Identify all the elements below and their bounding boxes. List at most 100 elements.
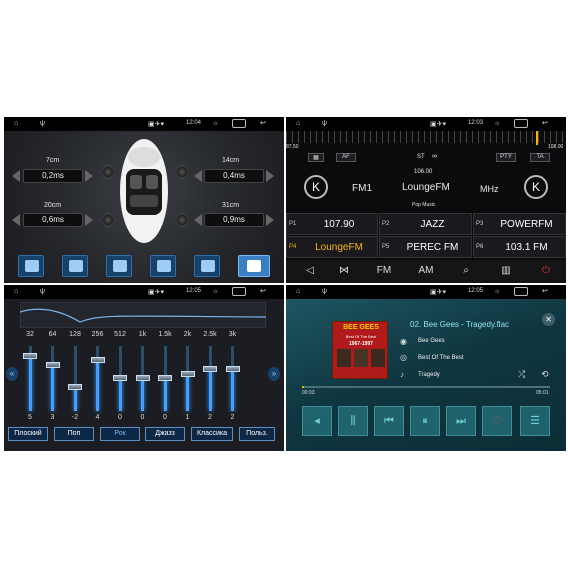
- power-icon[interactable]: ⏻: [532, 265, 560, 276]
- repeat-icon[interactable]: ⟲: [541, 369, 549, 380]
- listening-position-button[interactable]: [62, 255, 88, 277]
- band-slider-knob[interactable]: [45, 361, 60, 368]
- increase-icon[interactable]: [266, 170, 274, 182]
- back-icon[interactable]: ↩: [260, 120, 266, 128]
- home-icon[interactable]: ⌂: [296, 288, 300, 296]
- preset-item[interactable]: P1 107.90: [286, 213, 378, 235]
- increase-icon[interactable]: [266, 214, 274, 226]
- seek-forward-icon[interactable]: K: [524, 175, 548, 199]
- tuning-needle[interactable]: [536, 131, 538, 145]
- preset-flat[interactable]: Плоский: [8, 427, 48, 441]
- fm-button[interactable]: FM: [370, 265, 398, 276]
- am-button[interactable]: AM: [412, 265, 440, 276]
- band-slider-knob[interactable]: [90, 357, 105, 363]
- progress-bar[interactable]: [302, 386, 550, 388]
- band-value: 2: [208, 414, 212, 421]
- back-icon[interactable]: ↩: [542, 120, 548, 128]
- dsp-icon[interactable]: ▥: [492, 265, 520, 276]
- listening-position-button[interactable]: [194, 255, 220, 277]
- playlist-icon[interactable]: ☰: [520, 406, 550, 436]
- band-slider-knob[interactable]: [203, 366, 217, 372]
- seat-icon: [69, 260, 83, 272]
- back-icon[interactable]: ↩: [260, 288, 266, 296]
- preset-item[interactable]: P2 JAZZ: [379, 213, 472, 235]
- increase-icon[interactable]: [85, 214, 93, 226]
- band-slider-knob[interactable]: [68, 384, 82, 390]
- af-button[interactable]: AF: [336, 153, 356, 162]
- recent-apps-icon[interactable]: [232, 119, 246, 128]
- time-total: 05:01: [536, 390, 549, 396]
- scroll-left-icon[interactable]: «: [6, 367, 18, 381]
- preset-pop[interactable]: Поп: [54, 427, 94, 441]
- speaker-icon[interactable]: [176, 165, 188, 179]
- status-bar: ⌂ ψ ▣✈▾ 12:05 ☼ ↩: [286, 285, 566, 299]
- seek-back-icon[interactable]: K: [304, 175, 328, 199]
- scroll-right-icon[interactable]: »: [268, 367, 280, 381]
- band-slider-knob[interactable]: [113, 375, 127, 381]
- brightness-icon[interactable]: ☼: [212, 288, 218, 295]
- search-icon[interactable]: ⌕: [452, 265, 480, 276]
- next-icon[interactable]: ⏭: [446, 406, 476, 436]
- recent-apps-icon[interactable]: [514, 119, 528, 128]
- preset-item[interactable]: P3 POWERFM: [473, 213, 566, 235]
- band-label: 1.5k: [158, 331, 172, 338]
- search-list-icon[interactable]: ▦: [308, 153, 324, 162]
- recent-apps-icon[interactable]: [232, 287, 246, 296]
- brightness-icon[interactable]: ☼: [494, 288, 500, 295]
- preset-item[interactable]: P6 103.1 FM: [473, 236, 566, 258]
- pty-button[interactable]: PTY: [496, 153, 516, 162]
- band-value: 3: [50, 414, 55, 421]
- status-bar: ⌂ ψ ▣✈▾ 12:04 ☼ ↩: [4, 117, 284, 131]
- shuffle-icon[interactable]: ⤮: [518, 369, 525, 380]
- volume-icon[interactable]: ◁: [296, 265, 324, 276]
- band-slider-knob[interactable]: [180, 370, 195, 377]
- previous-icon[interactable]: ⏮: [374, 406, 404, 436]
- decrease-icon[interactable]: [12, 170, 20, 182]
- status-icons: ▣✈▾: [148, 289, 164, 296]
- brightness-icon[interactable]: ☼: [212, 120, 218, 127]
- seat-icon: [25, 260, 39, 272]
- band-slider-knob[interactable]: [158, 375, 172, 381]
- preset-item[interactable]: P5 PEREC FM: [379, 236, 472, 258]
- tuning-scale[interactable]: [286, 131, 566, 143]
- listening-position-button[interactable]: [106, 255, 132, 277]
- preset-label: JAZZ: [420, 219, 445, 230]
- preset-item[interactable]: P4 LoungeFM: [286, 236, 378, 258]
- home-icon[interactable]: ⌂: [14, 120, 18, 128]
- equalizer-icon[interactable]: ⫼: [338, 406, 368, 436]
- bluetooth-icon[interactable]: ⋈: [330, 265, 358, 276]
- recent-apps-icon[interactable]: [514, 287, 528, 296]
- decrease-icon[interactable]: [12, 214, 20, 226]
- increase-icon[interactable]: [85, 170, 93, 182]
- brightness-icon[interactable]: ☼: [494, 120, 500, 127]
- band-level-fill: [141, 378, 144, 411]
- listening-position-button[interactable]: [18, 255, 44, 277]
- preset-classic[interactable]: Классика: [191, 427, 233, 441]
- favorite-icon[interactable]: ♡: [482, 406, 512, 436]
- speaker-icon[interactable]: [102, 165, 114, 179]
- usb-icon: ψ: [40, 120, 45, 127]
- radio-panel: ⌂ ψ ▣✈▾ 12:03 ☼ ↩ 87.50 108.00 ▦ AF ST ∞…: [286, 117, 566, 283]
- preset-label: LoungeFM: [315, 242, 363, 253]
- decrease-icon[interactable]: [194, 214, 202, 226]
- band-slider-knob[interactable]: [225, 366, 240, 372]
- back-icon[interactable]: ↩: [542, 288, 548, 296]
- preset-jazz[interactable]: Джазз: [145, 427, 185, 441]
- listening-position-button[interactable]: [150, 255, 176, 277]
- pause-icon[interactable]: ⏸: [410, 406, 440, 436]
- preset-user[interactable]: Польз.: [239, 427, 275, 441]
- custom-position-button[interactable]: [238, 255, 270, 277]
- speaker-icon[interactable]: [176, 213, 188, 227]
- preset-rock[interactable]: Рок: [100, 427, 140, 441]
- close-icon[interactable]: ✕: [542, 313, 555, 326]
- home-icon[interactable]: ⌂: [296, 120, 300, 128]
- speaker-icon[interactable]: [102, 213, 114, 227]
- preset-label: 103.1 FM: [505, 242, 548, 253]
- home-icon[interactable]: ⌂: [14, 288, 18, 296]
- decrease-icon[interactable]: [194, 170, 202, 182]
- ta-button[interactable]: TA: [530, 153, 550, 162]
- band-slider-knob[interactable]: [135, 375, 150, 381]
- volume-icon[interactable]: ◂: [302, 406, 332, 436]
- band-slider-knob[interactable]: [23, 352, 37, 359]
- clock: 12:03: [468, 120, 484, 126]
